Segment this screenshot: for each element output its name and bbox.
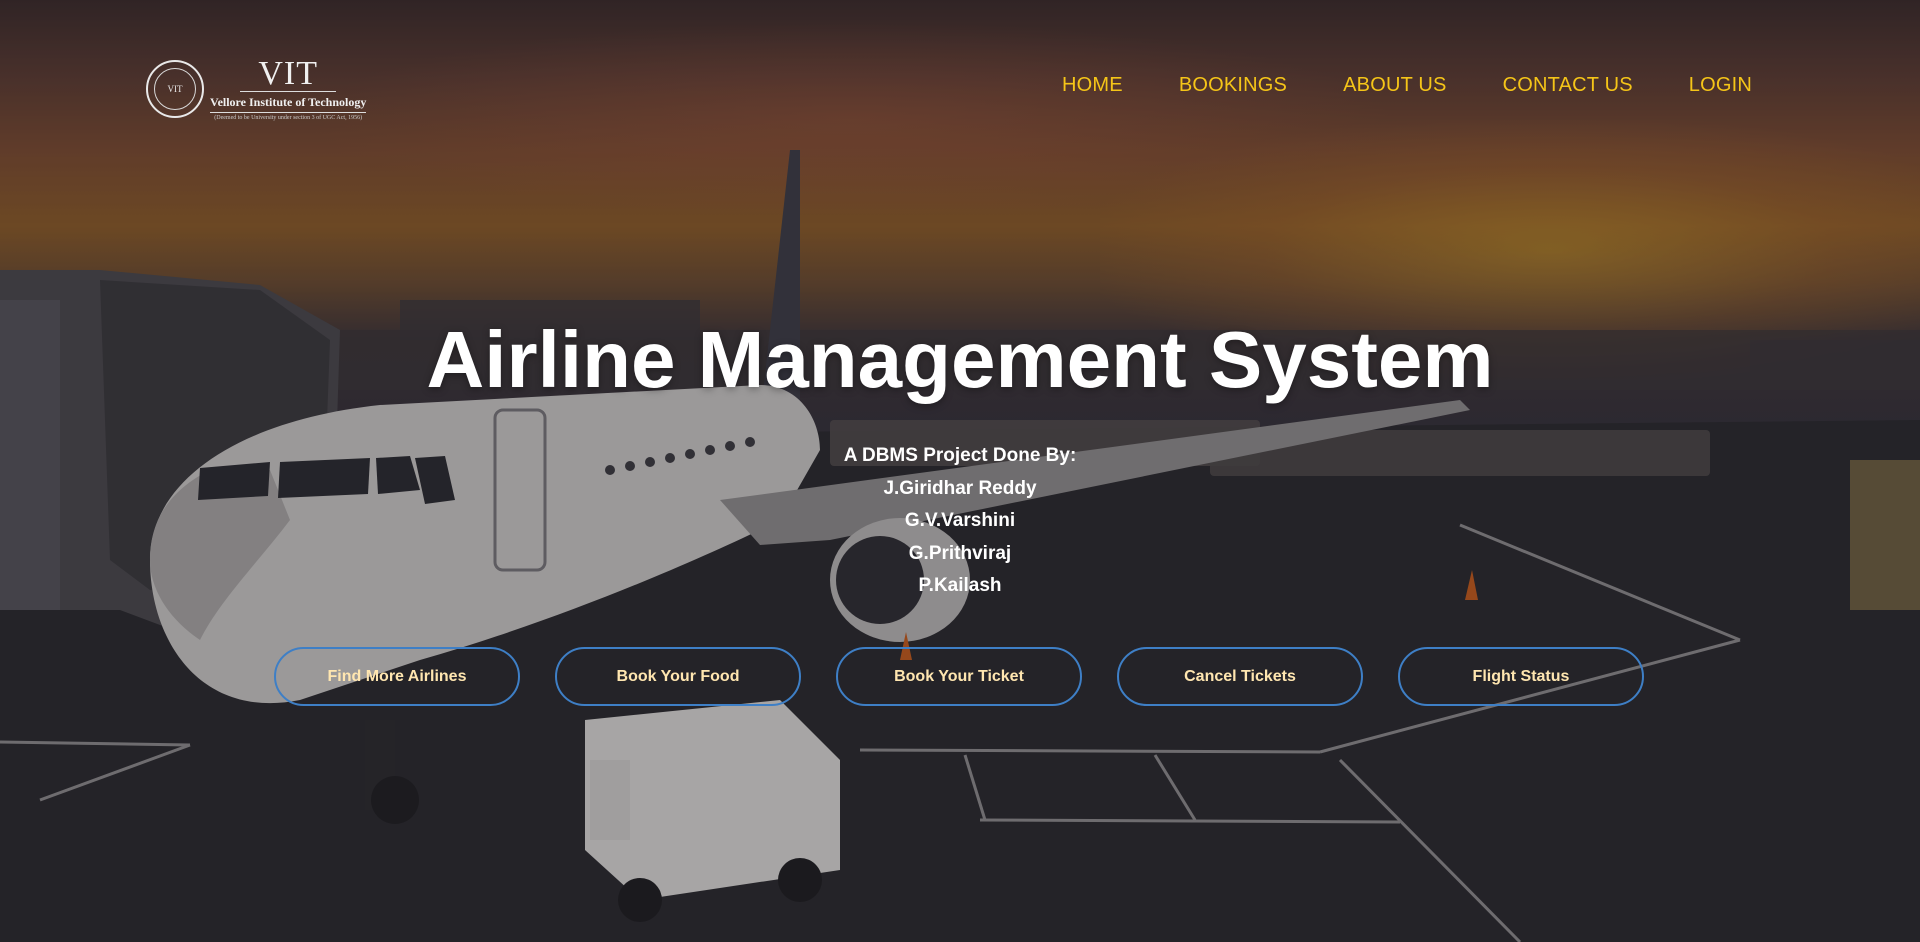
nav-login-link[interactable]: LOGIN [1689, 74, 1752, 97]
find-more-airlines-button[interactable]: Find More Airlines [274, 647, 520, 706]
team-member: P.Kailash [918, 575, 1002, 596]
logo-abbreviation: VIT [240, 57, 336, 92]
logo-text: VIT Vellore Institute of Technology (Dee… [210, 57, 367, 121]
nav-bookings-link[interactable]: BOOKINGS [1179, 74, 1287, 97]
team-member: G.Prithviraj [908, 542, 1012, 564]
flight-status-button[interactable]: Flight Status [1398, 647, 1644, 706]
credits-heading: A DBMS Project Done By: [843, 445, 1077, 466]
team-member: G.V.Varshini [904, 510, 1016, 531]
logo-full-name: Vellore Institute of Technology [210, 95, 367, 113]
seal-text: VIT [167, 84, 183, 94]
cancel-tickets-button[interactable]: Cancel Tickets [1117, 647, 1363, 706]
nav-about-us-link[interactable]: ABOUT US [1343, 74, 1446, 97]
nav-contact-us-link[interactable]: CONTACT US [1503, 74, 1633, 97]
logo-subtitle: (Deemed to be University under section 3… [214, 115, 363, 121]
team-member: J.Giridhar Reddy [883, 477, 1037, 499]
university-seal-icon: VIT [146, 60, 204, 118]
project-credits: A DBMS Project Done By: J.Giridhar Reddy… [0, 440, 1920, 603]
vit-logo[interactable]: VIT VIT Vellore Institute of Technology … [146, 54, 386, 124]
main-nav: HOME BOOKINGS ABOUT US CONTACT US LOGIN [1062, 74, 1752, 97]
nav-home-link[interactable]: HOME [1062, 74, 1123, 97]
book-your-ticket-button[interactable]: Book Your Ticket [836, 647, 1082, 706]
action-buttons: Find More Airlines Book Your Food Book Y… [274, 647, 1644, 706]
book-your-food-button[interactable]: Book Your Food [555, 647, 801, 706]
page-title: Airline Management System [426, 315, 1494, 404]
hero-section: VIT VIT Vellore Institute of Technology … [0, 0, 1920, 942]
